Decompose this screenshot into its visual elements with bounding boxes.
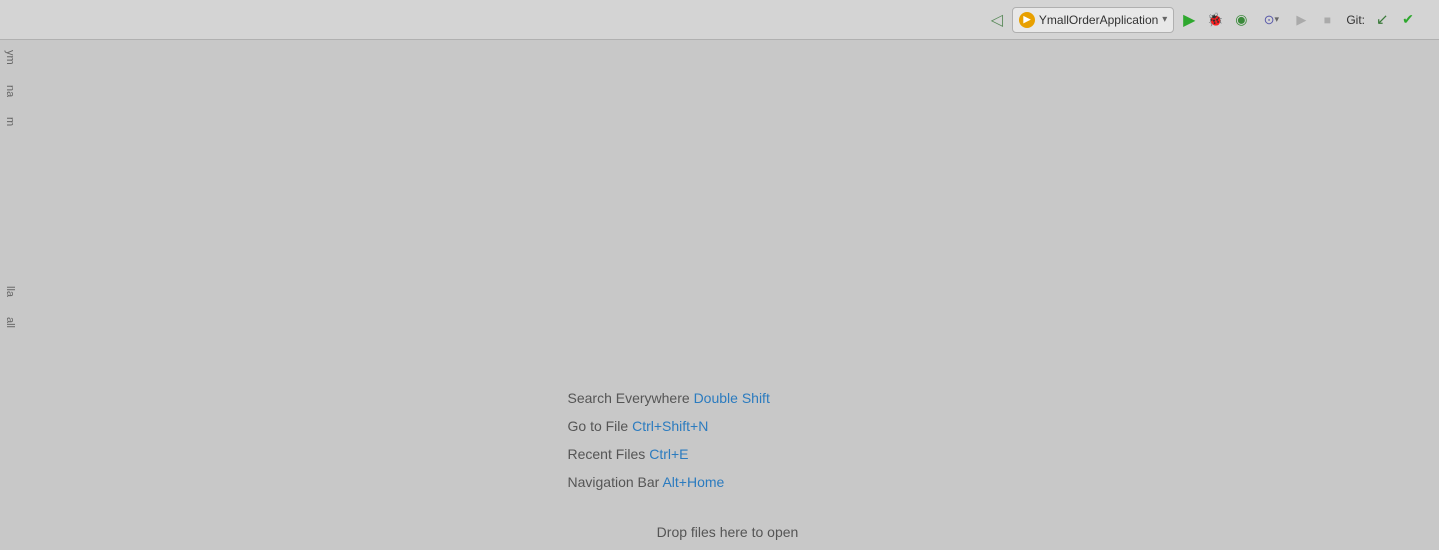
hint-go-to-file-shortcut[interactable]: Ctrl+Shift+N	[632, 418, 708, 434]
hint-go-to-file: Go to File Ctrl+Shift+N	[568, 418, 888, 434]
git-update-icon: ↗	[1376, 11, 1389, 29]
debug-icon: 🐞	[1207, 12, 1223, 28]
sidebar-item-1[interactable]: na	[0, 85, 16, 97]
hint-recent-files-shortcut[interactable]: Ctrl+E	[649, 446, 688, 462]
drop-zone: Drop files here to open	[657, 524, 799, 540]
sidebar-item-2[interactable]: m	[0, 117, 16, 126]
hint-navigation-bar: Navigation Bar Alt+Home	[568, 474, 888, 490]
git-commit-icon: ✔	[1402, 11, 1414, 28]
sidebar-item-0[interactable]: ym	[0, 50, 16, 65]
run-config-icon: ▶	[1019, 12, 1035, 28]
hint-search-everywhere-prefix: Search Everywhere	[568, 390, 694, 406]
coverage-icon: ◉	[1235, 11, 1247, 28]
run-config-selector[interactable]: ▶ YmallOrderApplication ▾	[1012, 7, 1174, 33]
run-icon: ▶	[1183, 10, 1195, 30]
hint-navigation-bar-shortcut[interactable]: Alt+Home	[662, 474, 724, 490]
stop-run-button[interactable]: ▶	[1290, 9, 1312, 31]
git-label: Git:	[1346, 13, 1365, 27]
git-update-button[interactable]: ↗	[1371, 9, 1393, 31]
hint-navigation-bar-prefix: Navigation Bar	[568, 474, 663, 490]
debug-button[interactable]: 🐞	[1204, 9, 1226, 31]
run-config-dropdown-icon: ▾	[1162, 14, 1167, 25]
back-button[interactable]: ◁	[986, 9, 1008, 31]
hint-search-everywhere: Search Everywhere Double Shift	[568, 390, 888, 406]
profile-icon: ⊙	[1264, 12, 1275, 28]
stop-run-icon: ▶	[1296, 12, 1306, 28]
sidebar-item-3[interactable]: lla	[0, 286, 16, 297]
profile-button[interactable]: ⊙ ▾	[1256, 9, 1286, 31]
hint-go-to-file-prefix: Go to File	[568, 418, 633, 434]
back-icon: ◁	[991, 10, 1003, 30]
editor-hints: Search Everywhere Double Shift Go to Fil…	[568, 390, 888, 490]
hint-recent-files-prefix: Recent Files	[568, 446, 650, 462]
main-editor-area: Search Everywhere Double Shift Go to Fil…	[16, 40, 1439, 550]
sidebar: ym na m lla all	[0, 40, 16, 550]
git-commit-button[interactable]: ✔	[1397, 9, 1419, 31]
profile-dropdown-icon: ▾	[1275, 14, 1280, 25]
sidebar-item-4[interactable]: all	[0, 317, 16, 328]
hint-recent-files: Recent Files Ctrl+E	[568, 446, 888, 462]
run-config-label: YmallOrderApplication	[1039, 13, 1158, 27]
hint-search-everywhere-shortcut[interactable]: Double Shift	[694, 390, 770, 406]
drop-zone-label: Drop files here to open	[657, 524, 799, 540]
stop-button[interactable]: ■	[1316, 9, 1338, 31]
stop-icon: ■	[1324, 13, 1331, 27]
coverage-button[interactable]: ◉	[1230, 9, 1252, 31]
toolbar: ◁ ▶ YmallOrderApplication ▾ ▶ 🐞 ◉ ⊙ ▾ ▶ …	[0, 0, 1439, 40]
run-button[interactable]: ▶	[1178, 9, 1200, 31]
